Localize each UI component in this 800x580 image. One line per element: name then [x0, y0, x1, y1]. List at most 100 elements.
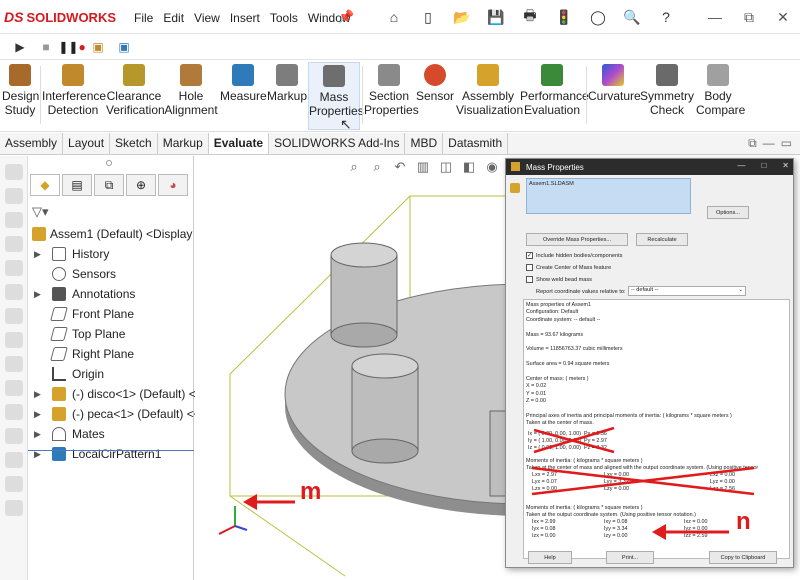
configuration-manager-tab-icon[interactable]: ⧉: [94, 174, 124, 196]
dimxpert-tab-icon[interactable]: ⊕: [126, 174, 156, 196]
tree-root[interactable]: Assem1 (Default) <Display St: [28, 224, 207, 244]
minimize-icon[interactable]: —: [763, 136, 775, 151]
tab-mbd[interactable]: MBD: [405, 133, 444, 154]
tool-icon[interactable]: [4, 188, 23, 204]
performance-evaluation-button[interactable]: Performance Evaluation: [520, 62, 589, 130]
tree-item-history[interactable]: ▶ History: [28, 244, 194, 264]
display-manager-tab-icon[interactable]: ◕: [158, 174, 188, 196]
design-study-button[interactable]: Design Study: [2, 62, 39, 130]
help-icon[interactable]: ?: [652, 6, 680, 28]
maximize-icon[interactable]: □: [761, 161, 766, 170]
coordinate-system-select[interactable]: -- default -- ⌄: [628, 286, 746, 296]
interference-detection-button[interactable]: Interference Detection: [42, 62, 106, 130]
tool-icon[interactable]: [4, 332, 23, 348]
user-icon[interactable]: ◯: [584, 6, 612, 28]
tree-item-disco[interactable]: ▶ (-) disco<1> (Default) <<: [28, 384, 203, 404]
tile-icon[interactable]: ⧉: [748, 136, 757, 151]
home-icon[interactable]: ⌂: [380, 6, 408, 28]
panel-grip-icon[interactable]: [106, 160, 112, 166]
tab-solidworks-add-ins[interactable]: SOLIDWORKS Add-Ins: [269, 133, 406, 154]
app-logo[interactable]: DS SOLIDWORKS: [4, 9, 116, 25]
close-icon[interactable]: ✕: [782, 161, 789, 170]
maximize-icon[interactable]: ▭: [781, 136, 792, 151]
expand-arrow-icon[interactable]: ▶: [34, 409, 41, 420]
symmetry-check-button[interactable]: Symmetry Check: [640, 62, 694, 130]
curvature-button[interactable]: Curvature: [588, 62, 641, 130]
stop-icon[interactable]: ■: [36, 37, 56, 57]
close-icon[interactable]: ✕: [766, 0, 800, 34]
tab-sketch[interactable]: Sketch: [110, 133, 158, 154]
tree-item-right-plane[interactable]: Right Plane: [28, 344, 194, 364]
menu-tools[interactable]: Tools: [270, 11, 298, 25]
tool-icon[interactable]: [4, 428, 23, 444]
minimize-icon[interactable]: —: [737, 161, 745, 170]
play-icon[interactable]: ▶: [10, 37, 30, 57]
menu-view[interactable]: View: [194, 11, 220, 25]
menu-edit[interactable]: Edit: [163, 11, 184, 25]
selection-list[interactable]: Assem1.SLDASM: [526, 178, 691, 214]
tab-assembly[interactable]: Assembly: [0, 133, 64, 154]
tool-icon[interactable]: [4, 260, 23, 276]
tree-item-localcirpattern[interactable]: ▶ LocalCirPattern1: [28, 444, 194, 464]
tool-icon[interactable]: [4, 212, 23, 228]
sensor-button[interactable]: Sensor: [416, 62, 454, 130]
macro-new-icon[interactable]: ▣: [88, 37, 108, 57]
tree-item-front-plane[interactable]: Front Plane: [28, 304, 194, 324]
tool-icon[interactable]: [4, 356, 23, 372]
tree-item-origin[interactable]: Origin: [28, 364, 194, 384]
tree-item-sensors[interactable]: Sensors: [28, 264, 194, 284]
pin-icon[interactable]: 📌: [338, 9, 354, 25]
open-icon[interactable]: 📂: [448, 6, 476, 28]
pause-record-icon[interactable]: ❚❚ ●: [58, 37, 85, 57]
tool-icon[interactable]: [4, 404, 23, 420]
tab-evaluate[interactable]: Evaluate: [208, 133, 270, 154]
tab-datasmith[interactable]: Datasmith: [443, 133, 509, 154]
tree-item-peca[interactable]: ▶ (-) peca<1> (Default) <<: [28, 404, 201, 424]
tree-item-mates[interactable]: ▶ Mates: [28, 424, 194, 444]
tool-icon[interactable]: [4, 500, 23, 516]
dialog-title-bar[interactable]: Mass Properties — □ ✕: [506, 159, 793, 175]
macro-edit-icon[interactable]: ▣: [114, 37, 134, 57]
feature-tree-tab-icon[interactable]: ◆: [30, 174, 60, 196]
expand-arrow-icon[interactable]: ▶: [34, 429, 41, 440]
help-button-footer[interactable]: Help: [528, 551, 572, 564]
recalculate-button[interactable]: Recalculate: [636, 233, 688, 246]
traffic-light-icon[interactable]: 🚦: [550, 6, 578, 28]
search-icon[interactable]: 🔍: [618, 6, 646, 28]
create-com-checkbox[interactable]: Create Center of Mass feature: [526, 264, 611, 271]
restore-icon[interactable]: ⧉: [732, 0, 766, 34]
markup-button[interactable]: Markup: [266, 62, 308, 130]
tool-icon[interactable]: [4, 236, 23, 252]
mass-properties-button[interactable]: Mass Properties: [308, 62, 364, 130]
new-document-icon[interactable]: ▯: [414, 6, 442, 28]
clearance-verification-button[interactable]: Clearance Verification: [106, 62, 165, 130]
measure-button[interactable]: Measure: [220, 62, 267, 130]
tab-markup[interactable]: Markup: [158, 133, 209, 154]
override-mass-properties-button[interactable]: Override Mass Properties...: [526, 233, 628, 246]
hole-alignment-button[interactable]: Hole Alignment: [164, 62, 218, 130]
tool-icon[interactable]: [4, 380, 23, 396]
expand-arrow-icon[interactable]: ▶: [34, 289, 41, 300]
print-icon[interactable]: 🖶: [516, 6, 544, 28]
tree-item-top-plane[interactable]: Top Plane: [28, 324, 194, 344]
menu-file[interactable]: File: [134, 11, 153, 25]
expand-arrow-icon[interactable]: ▶: [34, 389, 41, 400]
tool-icon[interactable]: [4, 164, 23, 180]
minimize-icon[interactable]: —: [698, 0, 732, 34]
menu-insert[interactable]: Insert: [230, 11, 260, 25]
rollback-bar[interactable]: [28, 450, 194, 451]
save-icon[interactable]: 💾: [482, 6, 510, 28]
filter-icon[interactable]: ▽▾: [32, 204, 49, 220]
body-compare-button[interactable]: Body Compare: [696, 62, 745, 130]
section-properties-button[interactable]: Section Properties: [364, 62, 419, 130]
expand-arrow-icon[interactable]: ▶: [34, 249, 41, 260]
tab-layout[interactable]: Layout: [63, 133, 111, 154]
options-button[interactable]: Options...: [707, 206, 749, 219]
print-button[interactable]: Print...: [606, 551, 654, 564]
tree-item-annotations[interactable]: ▶ Annotations: [28, 284, 194, 304]
property-manager-tab-icon[interactable]: ▤: [62, 174, 92, 196]
assembly-visualization-button[interactable]: Assembly Visualization: [456, 62, 523, 130]
tool-icon[interactable]: [4, 308, 23, 324]
tool-icon[interactable]: [4, 284, 23, 300]
copy-to-clipboard-button[interactable]: Copy to Clipboard: [709, 551, 777, 564]
